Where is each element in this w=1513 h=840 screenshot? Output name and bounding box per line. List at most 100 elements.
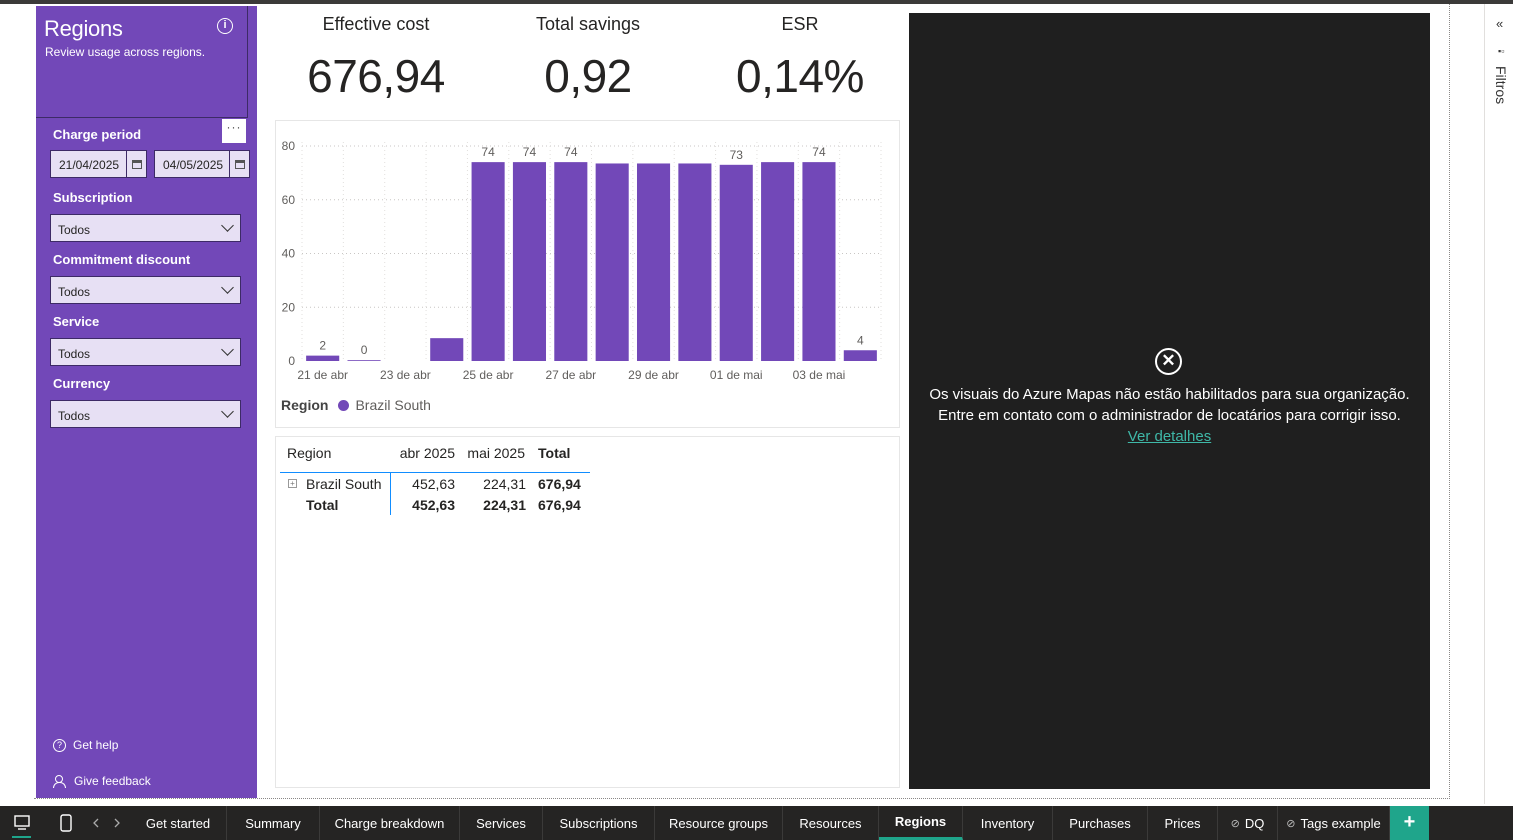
matrix-total-cell: 452,63 bbox=[412, 497, 455, 513]
tab-label: Summary bbox=[245, 815, 301, 831]
end-date-field[interactable]: 04/05/2025 bbox=[154, 150, 250, 178]
matrix-header-col[interactable]: mai 2025 bbox=[460, 445, 525, 461]
subscription-label: Subscription bbox=[53, 190, 133, 205]
more-options-button[interactable]: ··· bbox=[222, 119, 246, 143]
kpi-label: ESR bbox=[781, 14, 819, 34]
help-icon: ? bbox=[53, 738, 66, 752]
start-date-field[interactable]: 21/04/2025 bbox=[50, 150, 147, 178]
subscription-dropdown[interactable]: Todos bbox=[50, 214, 241, 242]
tab-label: Subscriptions bbox=[559, 815, 638, 831]
kpi-effective-cost: Effective cost 676,94 bbox=[271, 14, 481, 103]
tab-label: Tags example bbox=[1300, 815, 1381, 831]
end-date-value: 04/05/2025 bbox=[163, 158, 224, 172]
calendar-icon[interactable] bbox=[229, 151, 249, 177]
matrix-header-col[interactable]: abr 2025 bbox=[390, 445, 455, 461]
service-label: Service bbox=[53, 314, 100, 329]
dropdown-value: Todos bbox=[58, 347, 91, 361]
chevron-down-icon bbox=[221, 219, 234, 232]
tab-tags-example[interactable]: ⊘ Tags example bbox=[1278, 806, 1390, 840]
tab-subscriptions[interactable]: Subscriptions bbox=[543, 806, 655, 840]
filters-pane[interactable]: « ▪▫ Filtros bbox=[1484, 4, 1513, 804]
tab-label: Purchases bbox=[1069, 815, 1131, 831]
tab-label: Charge breakdown bbox=[334, 815, 445, 831]
info-icon[interactable]: i bbox=[217, 18, 233, 34]
filter-sidebar: Regions Review usage across regions. i C… bbox=[36, 6, 257, 798]
dropdown-value: Todos bbox=[58, 223, 91, 237]
matrix-cell: 452,63 bbox=[412, 476, 455, 492]
commitment-discount-label: Commitment discount bbox=[53, 252, 191, 267]
give-feedback-link[interactable]: Give feedback bbox=[53, 774, 151, 788]
matrix-cell: 224,31 bbox=[483, 476, 526, 492]
desktop-view-icon[interactable] bbox=[13, 814, 31, 832]
tab-label: Prices bbox=[1164, 815, 1201, 831]
charge-period-label: Charge period bbox=[53, 127, 142, 142]
tab-inventory[interactable]: Inventory bbox=[963, 806, 1053, 840]
tab-label: Resource groups bbox=[669, 815, 768, 831]
service-dropdown[interactable]: Todos bbox=[50, 338, 241, 366]
tab-resources[interactable]: Resources bbox=[783, 806, 879, 840]
add-page-button[interactable]: + bbox=[1390, 806, 1429, 840]
filters-label[interactable]: Filtros bbox=[1493, 66, 1509, 104]
chart-panel bbox=[275, 120, 900, 428]
tab-label: Services bbox=[476, 815, 526, 831]
tab-summary[interactable]: Summary bbox=[227, 806, 320, 840]
page-title: Regions bbox=[44, 16, 123, 41]
kpi-value: 0,14% bbox=[736, 50, 864, 102]
tab-prices[interactable]: Prices bbox=[1148, 806, 1218, 840]
kpi-esr: ESR 0,14% bbox=[695, 14, 905, 103]
tab-resource-groups[interactable]: Resource groups bbox=[655, 806, 783, 840]
tab-services[interactable]: Services bbox=[460, 806, 543, 840]
tab-label: Regions bbox=[894, 814, 947, 829]
expand-icon[interactable]: + bbox=[288, 479, 297, 488]
feedback-icon bbox=[53, 774, 67, 788]
error-icon: ✕ bbox=[1155, 348, 1182, 375]
tab-label: Get started bbox=[145, 815, 211, 831]
map-disabled-message: Os visuais do Azure Mapas não estão habi… bbox=[929, 384, 1410, 447]
matrix-total-label: Total bbox=[306, 497, 339, 513]
legend-title: Region bbox=[281, 397, 329, 413]
tab-purchases[interactable]: Purchases bbox=[1053, 806, 1148, 840]
commitment-discount-dropdown[interactable]: Todos bbox=[50, 276, 241, 304]
tab-get-started[interactable]: Get started bbox=[130, 806, 227, 840]
kpi-total-savings: Total savings 0,92 bbox=[483, 14, 693, 103]
matrix-cell-total: 676,94 bbox=[538, 476, 581, 492]
tab-charge-breakdown[interactable]: Charge breakdown bbox=[320, 806, 460, 840]
chevron-left-icon[interactable] bbox=[92, 818, 100, 828]
see-details-link[interactable]: Ver detalhes bbox=[1128, 428, 1211, 445]
tab-label: Inventory bbox=[980, 815, 1035, 831]
page-subtitle: Review usage across regions. bbox=[45, 45, 206, 59]
calendar-icon[interactable] bbox=[126, 151, 146, 177]
matrix-grand-total: 676,94 bbox=[538, 497, 581, 513]
hidden-page-icon: ⊘ bbox=[1286, 817, 1296, 830]
sidebar-header: Regions Review usage across regions. i bbox=[36, 6, 248, 118]
get-help-label: Get help bbox=[73, 738, 119, 752]
kpi-label: Effective cost bbox=[322, 14, 430, 34]
currency-dropdown[interactable]: Todos bbox=[50, 400, 241, 428]
kpi-value: 676,94 bbox=[307, 50, 445, 102]
tab-dq[interactable]: ⊘ DQ bbox=[1218, 806, 1278, 840]
tab-label: Resources bbox=[799, 815, 862, 831]
matrix-header-region[interactable]: Region bbox=[287, 445, 331, 461]
chart-legend: Region Brazil South bbox=[281, 397, 431, 413]
get-help-link[interactable]: ? Get help bbox=[53, 738, 118, 752]
tab-label: DQ bbox=[1244, 815, 1265, 831]
chevron-right-icon[interactable] bbox=[113, 818, 121, 828]
start-date-value: 21/04/2025 bbox=[59, 158, 120, 172]
desktop-view-indicator bbox=[12, 836, 31, 838]
chevron-down-icon bbox=[221, 343, 234, 356]
map-message-text: Os visuais do Azure Mapas não estão habi… bbox=[929, 386, 1410, 424]
legend-marker bbox=[338, 399, 350, 411]
tab-regions[interactable]: Regions bbox=[879, 806, 963, 840]
page-tab-bar: + Get started Summary Charge breakdown Serv… bbox=[0, 806, 1513, 840]
matrix-header-total[interactable]: Total bbox=[538, 445, 570, 461]
dropdown-value: Todos bbox=[58, 409, 91, 423]
matrix-row-label[interactable]: Brazil South bbox=[306, 476, 381, 492]
matrix-total-cell: 224,31 bbox=[483, 497, 526, 513]
chevron-down-icon bbox=[221, 281, 234, 294]
kpi-label: Total savings bbox=[535, 14, 641, 34]
legend-item[interactable]: Brazil South bbox=[355, 397, 430, 413]
collapse-icon[interactable]: « bbox=[1496, 16, 1503, 31]
hidden-page-icon: ⊘ bbox=[1230, 817, 1240, 830]
currency-label: Currency bbox=[53, 376, 111, 391]
mobile-view-icon[interactable] bbox=[59, 814, 73, 832]
